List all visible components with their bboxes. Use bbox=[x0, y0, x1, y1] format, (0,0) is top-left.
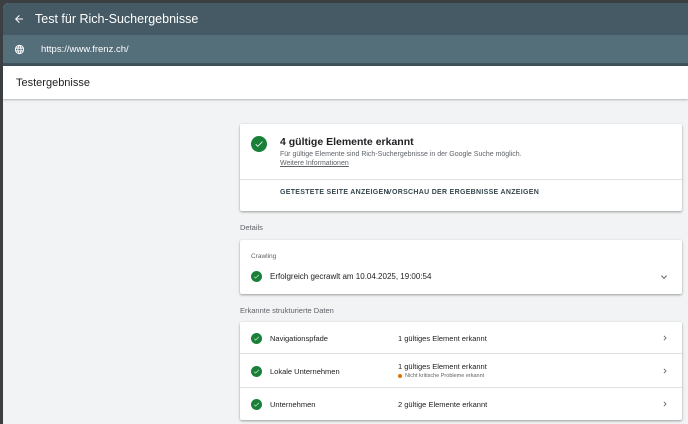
check-circle-icon bbox=[251, 366, 262, 377]
summary-title: 4 gültige Elemente erkannt bbox=[280, 136, 414, 148]
warning-note: Nicht kritische Probleme erkannt bbox=[398, 373, 484, 379]
url-text: https://www.frenz.ch/ bbox=[41, 43, 129, 55]
list-item-lokale-unternehmen[interactable]: Lokale Unternehmen 1 gültiges Element er… bbox=[240, 354, 682, 388]
check-circle-icon bbox=[251, 333, 262, 344]
arrow-left-icon bbox=[15, 15, 23, 23]
learn-more-link[interactable]: Weitere Informationen bbox=[280, 160, 349, 167]
item-status: 1 gültiges Element erkannt bbox=[398, 334, 487, 343]
page-title: Testergebnisse bbox=[16, 76, 90, 89]
top-app-bar: Test für Rich-Suchergebnisse bbox=[3, 3, 688, 35]
details-heading: Details bbox=[240, 223, 263, 232]
item-name: Lokale Unternehmen bbox=[270, 367, 340, 376]
crawl-label: Crawling bbox=[251, 253, 277, 260]
divider bbox=[240, 179, 682, 180]
structured-data-card: Navigationspfade 1 gültiges Element erka… bbox=[240, 322, 682, 420]
page-header: Testergebnisse bbox=[3, 66, 688, 99]
globe-icon bbox=[3, 35, 35, 63]
chevron-right-icon bbox=[663, 335, 667, 341]
chevron-right-icon bbox=[663, 368, 667, 374]
chevron-down-icon[interactable] bbox=[658, 271, 670, 283]
check-circle-icon bbox=[251, 271, 262, 282]
list-item-unternehmen[interactable]: Unternehmen 2 gültige Elemente erkannt bbox=[240, 388, 682, 420]
summary-subtitle: Für gültige Elemente sind Rich-Suchergeb… bbox=[280, 151, 522, 158]
check-circle-icon bbox=[251, 136, 267, 152]
structured-data-heading: Erkannte strukturierte Daten bbox=[240, 306, 334, 315]
crawl-status: Erfolgreich gecrawlt am 10.04.2025, 19:0… bbox=[270, 272, 432, 281]
warning-text: Nicht kritische Probleme erkannt bbox=[405, 373, 485, 379]
item-status: 1 gültiges Element erkannt bbox=[398, 362, 487, 371]
app-window: Test für Rich-Suchergebnisse https://www… bbox=[3, 3, 688, 424]
item-status: 2 gültige Elemente erkannt bbox=[398, 400, 488, 409]
app-title: Test für Rich-Suchergebnisse bbox=[35, 12, 199, 26]
preview-results-button[interactable]: VORSCHAU DER ERGEBNISSE ANZEIGEN bbox=[387, 189, 539, 196]
view-tested-page-button[interactable]: GETESTETE SEITE ANZEIGEN bbox=[280, 189, 389, 196]
list-item-navigationspfade[interactable]: Navigationspfade 1 gültiges Element erka… bbox=[240, 322, 682, 354]
summary-header: 4 gültige Elemente erkannt Für gültige E… bbox=[240, 124, 682, 179]
item-name: Unternehmen bbox=[270, 400, 316, 409]
back-button[interactable] bbox=[3, 3, 35, 35]
warning-dot-icon bbox=[398, 374, 402, 378]
check-circle-icon bbox=[251, 399, 262, 410]
chevron-right-icon bbox=[663, 401, 667, 407]
summary-card: 4 gültige Elemente erkannt Für gültige E… bbox=[240, 124, 682, 211]
url-bar: https://www.frenz.ch/ bbox=[3, 35, 688, 63]
crawl-card[interactable]: Crawling Erfolgreich gecrawlt am 10.04.2… bbox=[240, 240, 682, 294]
item-name: Navigationspfade bbox=[270, 334, 328, 343]
